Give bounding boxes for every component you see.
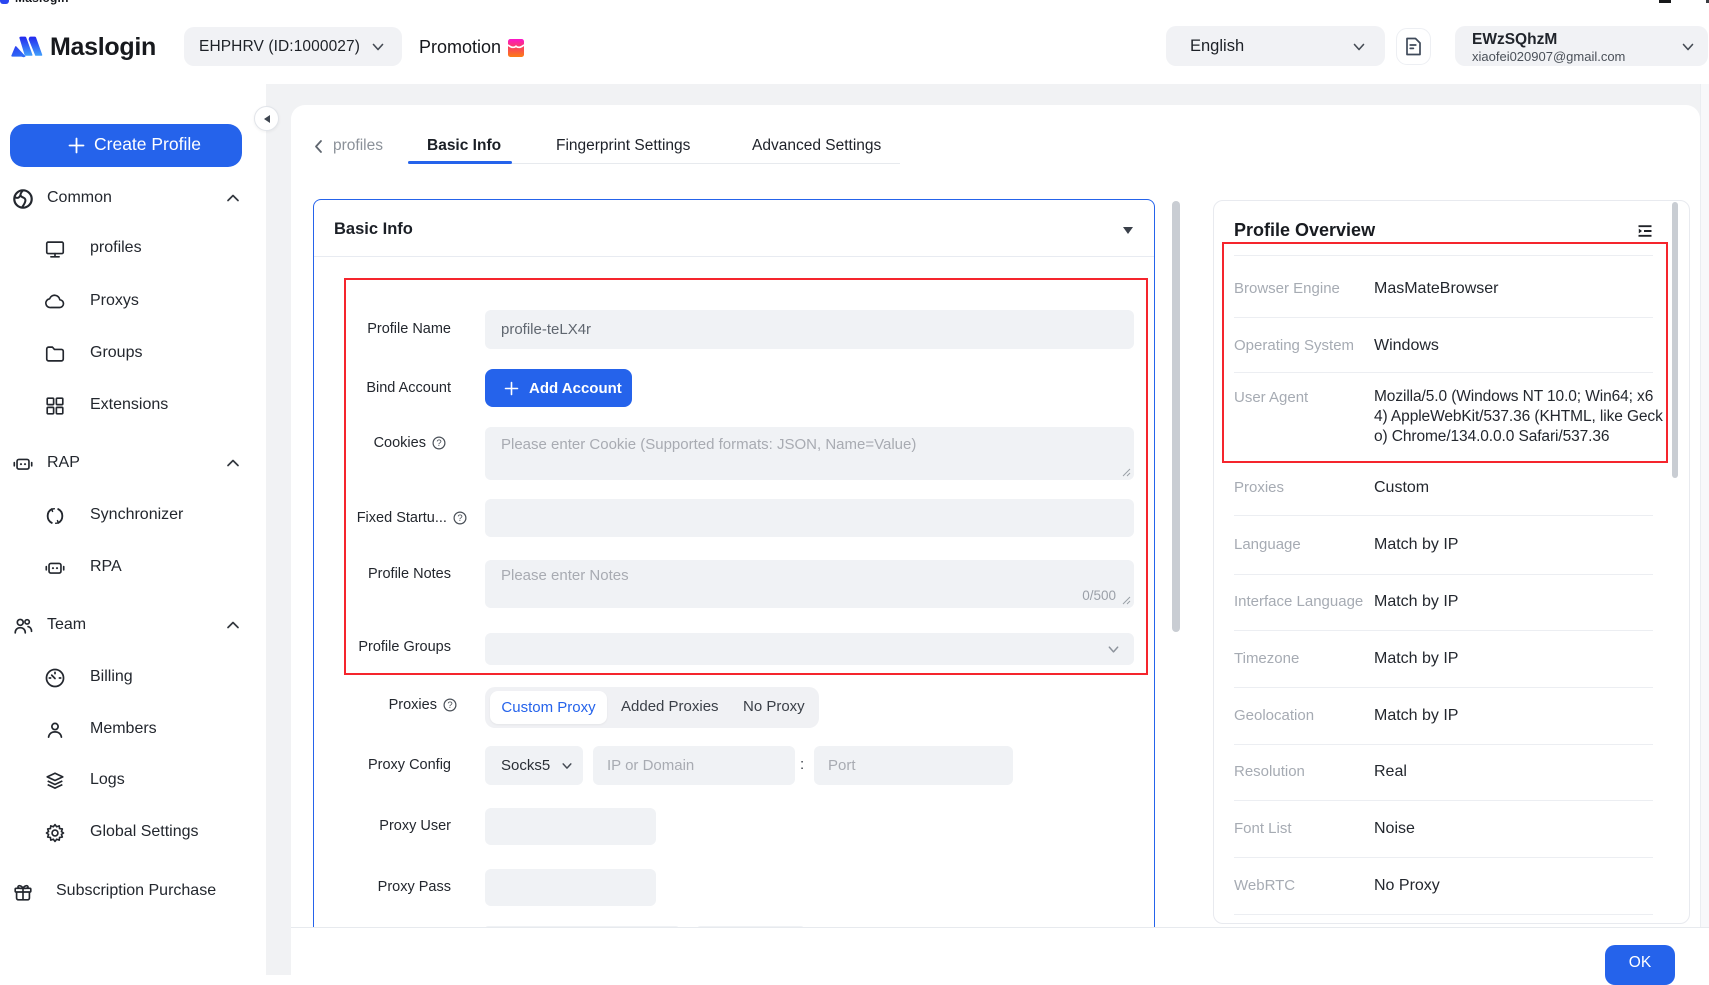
svg-text:?: ? xyxy=(447,700,452,711)
